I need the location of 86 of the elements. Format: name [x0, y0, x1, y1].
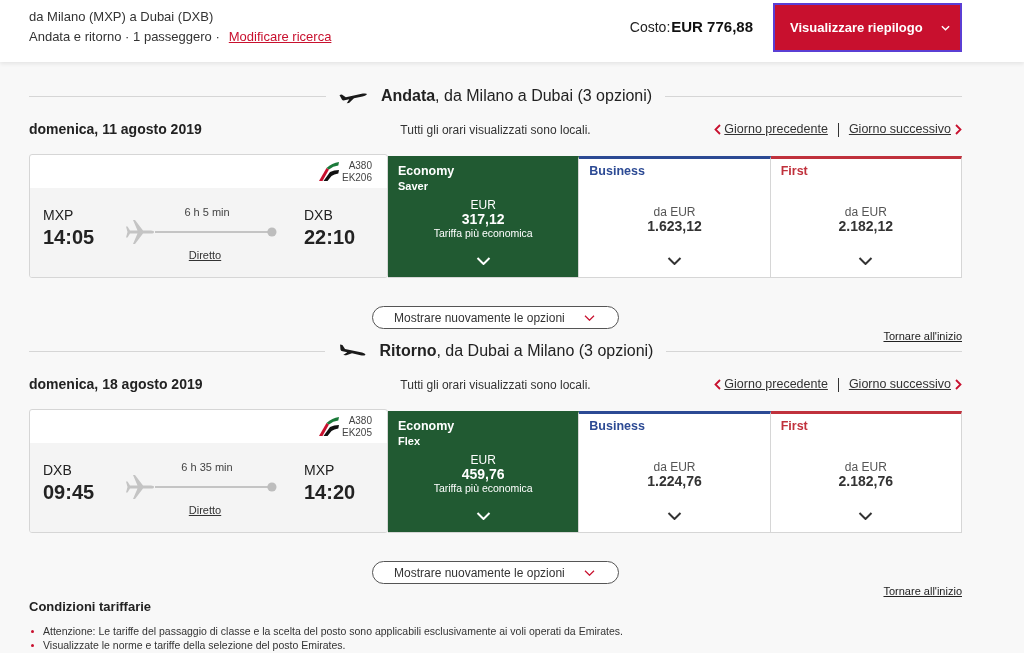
fare-note: Tariffa più economica: [433, 227, 533, 240]
flight-number: EK205: [341, 426, 372, 439]
fare-price: 459,76: [461, 467, 505, 482]
trip-details: Andata e ritorno · 1 passeggero ·: [29, 29, 220, 45]
stops-link[interactable]: Diretto: [188, 504, 222, 517]
fare-card[interactable]: Business da EUR 1.623,12: [579, 156, 771, 278]
flight-duration: 6 h 35 min: [181, 460, 233, 474]
fare-card[interactable]: Business da EUR 1.224,76: [579, 411, 771, 533]
fare-price: 2.182,12: [838, 218, 894, 234]
fare-price: 317,12: [461, 212, 505, 227]
condition-text: Visualizzate le norme e tariffe della selezione del posto Emirates.: [43, 638, 346, 652]
flight-duration: 6 h 5 min: [184, 205, 230, 219]
conditions-title: Condizioni tariffarie: [29, 599, 153, 615]
destination-code: MXP: [304, 462, 335, 478]
chevron-down-icon: [475, 512, 491, 520]
price-label: da EUR: [653, 460, 696, 474]
chevron-down-icon: [583, 569, 595, 576]
airplane-icon: [125, 219, 155, 245]
chevron-right-icon: [955, 379, 962, 390]
route-summary: da Milano (MXP) a Dubai (DXB): [29, 9, 215, 25]
aircraft-type: A380: [348, 414, 372, 427]
destination-code: DXB: [304, 207, 333, 223]
fare-card[interactable]: Economy Saver EUR 317,12 Tariffa più economica: [388, 156, 580, 278]
cost-label: Costo:: [629, 18, 671, 37]
cost-value: EUR 776,88: [671, 17, 753, 38]
bullet-icon: [31, 629, 34, 633]
local-times-note: Tutti gli orari visualizzati sono locali.: [400, 376, 591, 394]
price-label: EUR: [470, 454, 496, 467]
show-options-button[interactable]: Mostrare nuovamente le opzioni: [372, 306, 619, 329]
airplane-icon: [125, 474, 155, 500]
fare-price: 1.623,12: [647, 218, 702, 234]
cabin-name: First: [780, 164, 808, 179]
previous-day-link[interactable]: Giorno precedente: [714, 120, 828, 139]
date-label: domenica, 18 agosto 2019: [29, 375, 203, 394]
departure-time: 14:05: [43, 225, 95, 249]
chevron-left-icon: [714, 379, 722, 390]
cabin-name: First: [780, 419, 808, 434]
chevron-down-icon: [858, 257, 874, 265]
fare-price: 2.182,76: [838, 473, 894, 489]
arrival-time: 14:20: [304, 480, 356, 504]
date-label: domenica, 11 agosto 2019: [29, 120, 202, 139]
bullet-icon: [31, 643, 34, 647]
fare-note: Tariffa più economica: [433, 482, 533, 495]
local-times-note: Tutti gli orari visualizzati sono locali.: [400, 121, 591, 139]
origin-code: MXP: [43, 207, 74, 223]
price-label: da EUR: [844, 460, 887, 474]
fare-card[interactable]: First da EUR 2.182,76: [770, 411, 962, 533]
fare-card[interactable]: Economy Flex EUR 459,76 Tariffa più economica: [388, 411, 580, 533]
chevron-down-icon: [475, 257, 491, 265]
chevron-left-icon: [714, 124, 722, 135]
price-label: EUR: [470, 199, 496, 212]
origin-code: DXB: [43, 462, 72, 478]
swoosh-logo-icon: [318, 417, 339, 436]
departure-time: 09:45: [43, 480, 95, 504]
cabin-name: Business: [589, 419, 645, 434]
condition-text: Attenzione: Le tariffe del passaggio di classe e la scelta del posto sono applicabili esclusivamente ai voli operati da Emirates.: [43, 624, 623, 638]
price-label: da EUR: [653, 205, 696, 219]
chevron-down-icon: [583, 314, 595, 321]
summary-button[interactable]: Visualizzare riepilogo: [773, 3, 962, 52]
next-day-link[interactable]: Giorno successivo: [848, 375, 962, 394]
fare-type: Saver: [398, 179, 428, 193]
cabin-name: Economy: [398, 419, 455, 434]
section-heading: Andata, da Milano a Dubai (3 opzioni): [380, 86, 653, 106]
next-day-link[interactable]: Giorno successivo: [848, 120, 962, 139]
chevron-down-icon: [667, 257, 682, 265]
fare-type: Flex: [398, 434, 420, 448]
chevron-down-icon: [667, 512, 682, 520]
back-to-top-link[interactable]: Tornare all'inizio: [883, 585, 962, 598]
back-to-top-link[interactable]: Tornare all'inizio: [883, 330, 962, 343]
flight-number: EK206: [341, 171, 372, 184]
cabin-name: Business: [589, 164, 645, 179]
stops-link[interactable]: Diretto: [188, 249, 222, 262]
previous-day-link[interactable]: Giorno precedente: [714, 375, 828, 394]
arrival-time: 22:10: [304, 225, 356, 249]
section-heading: Ritorno, da Dubai a Milano (3 opzioni): [379, 341, 654, 361]
fare-price: 1.224,76: [647, 473, 702, 489]
cabin-name: Economy: [398, 164, 455, 179]
fare-card[interactable]: First da EUR 2.182,12: [770, 156, 962, 278]
caret-down-icon: [941, 24, 950, 31]
aircraft-type: A380: [348, 159, 372, 172]
swoosh-logo-icon: [318, 162, 339, 181]
show-options-button[interactable]: Mostrare nuovamente le opzioni: [372, 561, 619, 584]
chevron-down-icon: [858, 512, 874, 520]
chevron-right-icon: [955, 124, 962, 135]
price-label: da EUR: [844, 205, 887, 219]
modify-search-link[interactable]: Modificare ricerca: [228, 29, 332, 45]
